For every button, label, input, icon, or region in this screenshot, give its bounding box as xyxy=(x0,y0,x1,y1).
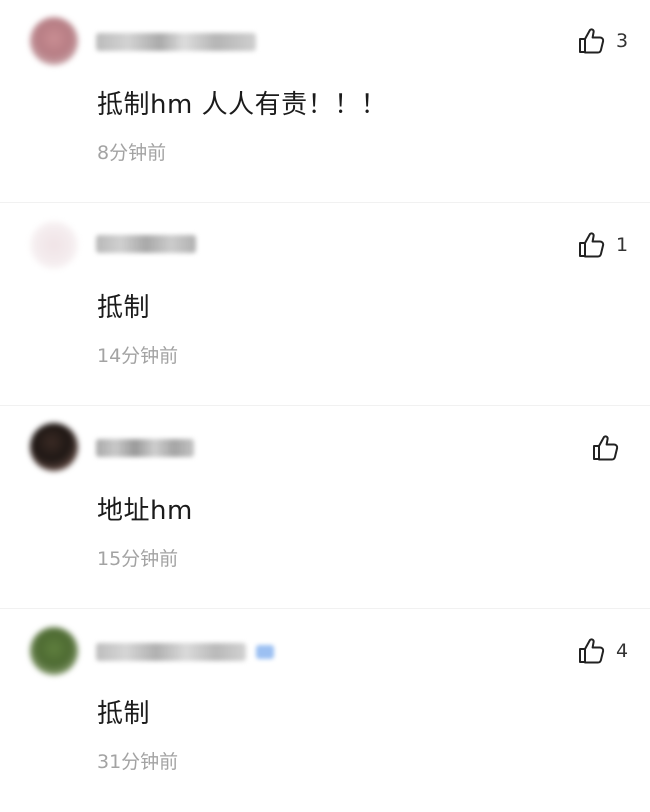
comment-text: 抵制 xyxy=(97,699,151,729)
like-button[interactable]: 3 xyxy=(576,25,628,57)
comment-item: 抵制hm 人人有责！！！ 8分钟前 3 xyxy=(0,0,650,203)
comment-item: 抵制 31分钟前 4 xyxy=(0,609,650,812)
like-button[interactable]: 1 xyxy=(576,229,628,261)
username-blurred[interactable] xyxy=(96,33,256,51)
verified-badge xyxy=(256,645,274,659)
comment-timestamp: 14分钟前 xyxy=(97,345,179,367)
username-blurred[interactable] xyxy=(96,643,246,661)
avatar[interactable] xyxy=(30,627,78,675)
username-blurred[interactable] xyxy=(96,235,196,253)
comment-item: 抵制 14分钟前 1 xyxy=(0,203,650,406)
like-button[interactable] xyxy=(590,432,630,464)
username-blurred[interactable] xyxy=(96,439,194,457)
comment-text: 地址hm xyxy=(97,496,193,526)
like-count: 4 xyxy=(616,639,629,662)
avatar[interactable] xyxy=(30,17,78,65)
like-count: 1 xyxy=(616,233,629,256)
thumbs-up-icon xyxy=(593,435,619,461)
avatar[interactable] xyxy=(30,423,78,471)
like-count: 3 xyxy=(616,29,629,52)
avatar[interactable] xyxy=(30,221,78,269)
thumbs-up-icon xyxy=(579,232,605,258)
comment-text: 抵制hm 人人有责！！！ xyxy=(97,90,388,120)
comment-timestamp: 31分钟前 xyxy=(97,751,179,773)
comment-item: 地址hm 15分钟前 xyxy=(0,406,650,609)
comment-timestamp: 8分钟前 xyxy=(97,142,167,164)
thumbs-up-icon xyxy=(579,638,605,664)
comment-text: 抵制 xyxy=(97,293,151,323)
thumbs-up-icon xyxy=(579,28,605,54)
comment-list: 抵制hm 人人有责！！！ 8分钟前 3 抵制 14分钟前 1 地址hm 15分钟… xyxy=(0,0,650,811)
like-button[interactable]: 4 xyxy=(576,635,628,667)
comment-timestamp: 15分钟前 xyxy=(97,548,179,570)
